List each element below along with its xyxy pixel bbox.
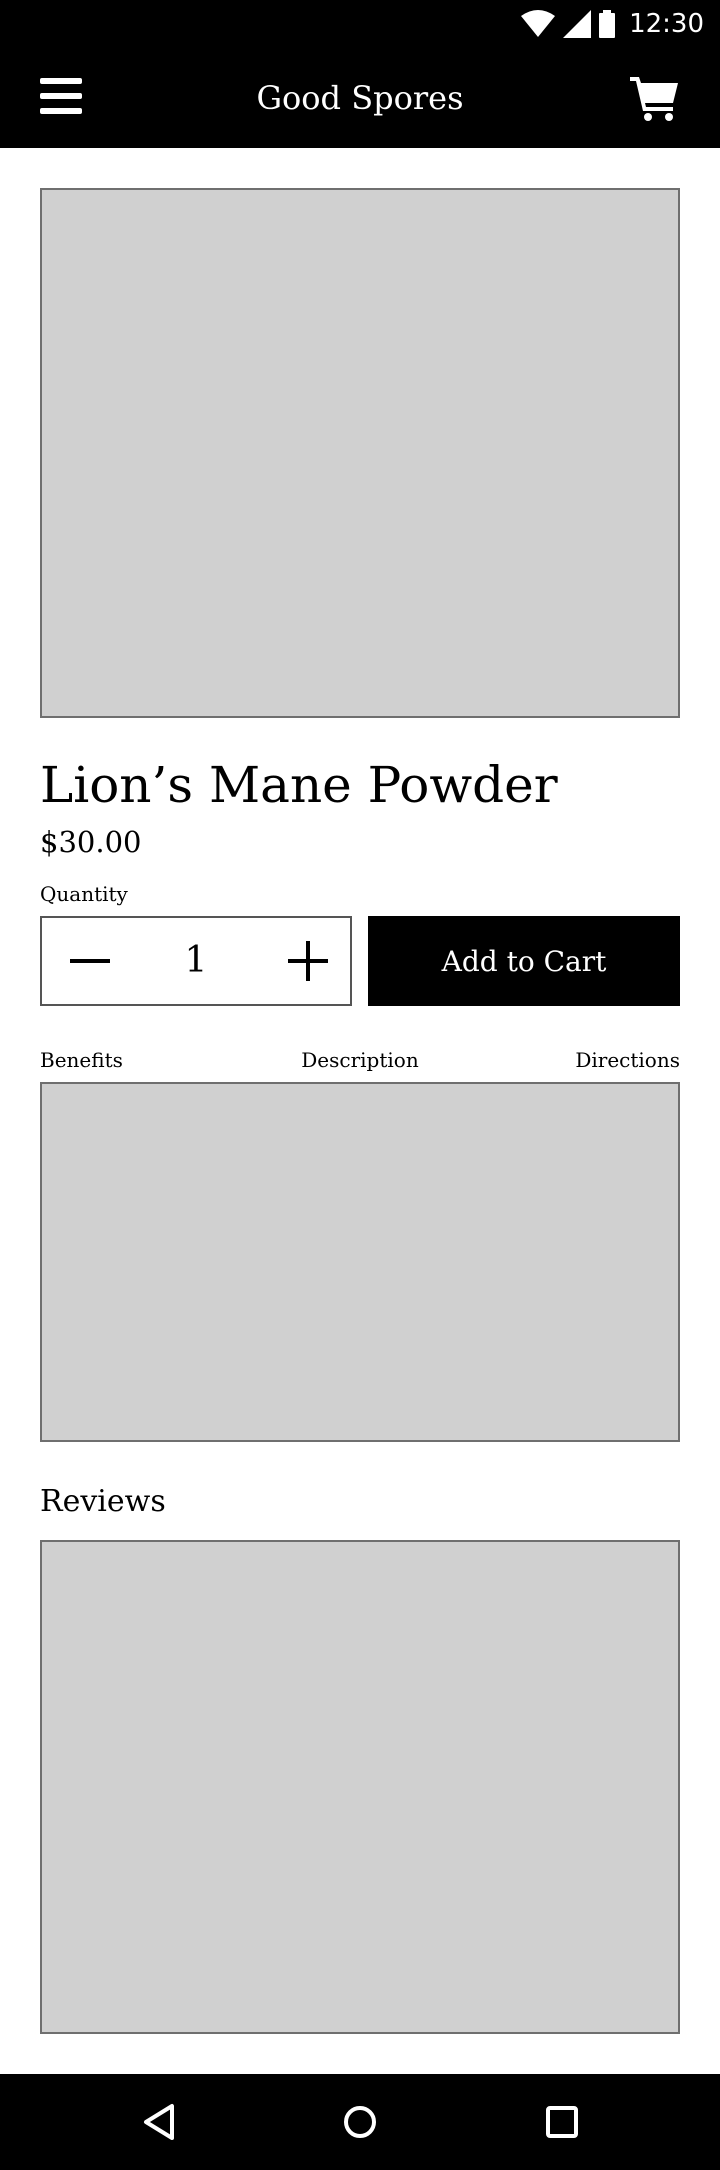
back-icon xyxy=(144,2104,174,2140)
cellular-signal-icon xyxy=(563,10,592,38)
recents-button[interactable] xyxy=(532,2092,592,2152)
back-button[interactable] xyxy=(130,2092,190,2152)
reviews-panel xyxy=(40,1540,680,2034)
product-title: Lion’s Mane Powder xyxy=(40,756,558,814)
shopping-cart-icon xyxy=(630,77,678,121)
add-to-cart-button[interactable]: Add to Cart xyxy=(368,916,680,1006)
product-price: $30.00 xyxy=(40,825,142,859)
product-image xyxy=(40,188,680,718)
decrement-button[interactable] xyxy=(42,918,132,1004)
tab-content-panel xyxy=(40,1082,680,1442)
battery-icon xyxy=(599,10,616,38)
status-icons: 12:30 xyxy=(521,0,704,48)
reviews-heading: Reviews xyxy=(40,1484,166,1519)
increment-button[interactable] xyxy=(260,918,350,1004)
home-icon xyxy=(344,2106,376,2138)
product-info-tabs: Benefits Description Directions xyxy=(40,1045,680,1075)
home-button[interactable] xyxy=(330,2092,390,2152)
quantity-label: Quantity xyxy=(40,882,128,906)
cart-button[interactable] xyxy=(630,74,680,122)
tab-directions[interactable]: Directions xyxy=(575,1045,680,1075)
recents-icon xyxy=(546,2106,578,2138)
quantity-value[interactable]: 1 xyxy=(132,918,260,1004)
wifi-icon xyxy=(521,10,556,37)
quantity-stepper: 1 xyxy=(40,916,352,1006)
hamburger-menu-icon xyxy=(40,78,82,114)
app-bar: Good Spores xyxy=(0,48,720,148)
status-bar: 12:30 xyxy=(0,0,720,48)
menu-button[interactable] xyxy=(40,78,82,118)
app-title: Good Spores xyxy=(256,79,464,117)
minus-icon xyxy=(70,959,110,963)
system-navigation-bar xyxy=(0,2074,720,2170)
status-time: 12:30 xyxy=(629,9,704,39)
